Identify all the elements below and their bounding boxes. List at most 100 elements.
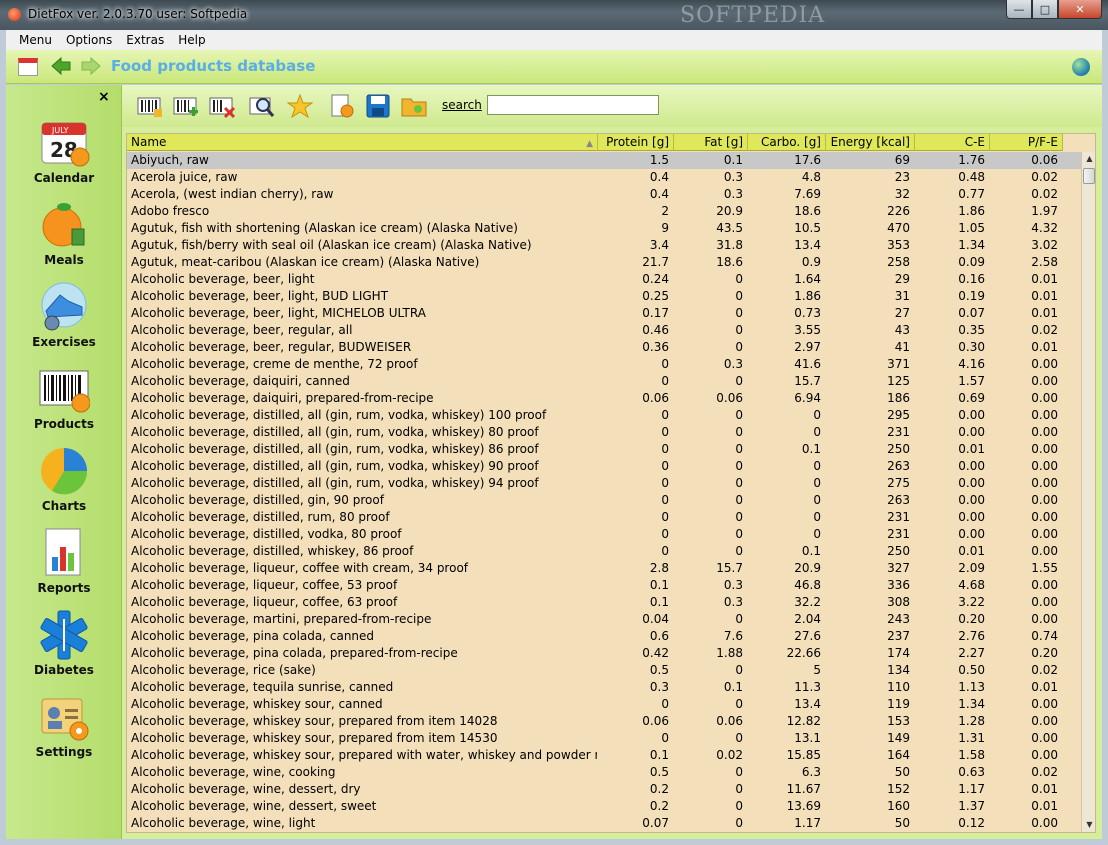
cell-name: Alcoholic beverage, pina colada, canned [131,629,375,643]
scroll-down-arrow-icon[interactable]: ▼ [1082,818,1095,832]
menu-options[interactable]: Options [59,33,119,47]
close-button[interactable]: ✕ [1058,0,1102,19]
table-row[interactable]: Alcoholic beverage, wine, cooking 0.5 0 6.3… [127,764,1081,781]
menu-help[interactable]: Help [171,33,212,47]
barcode-delete-icon[interactable] [208,93,236,119]
sidebar-item-settings[interactable]: Settings [6,691,122,771]
cell-protein: 0.2 [649,799,669,813]
scroll-up-arrow-icon[interactable]: ▲ [1082,152,1095,166]
title-bar: DietFox ver. 2.0.3.70 user: Softpedia SO… [0,0,1108,30]
column-header-ce[interactable]: C-E [915,134,990,151]
table-row[interactable]: Agutuk, fish with shortening (Alaskan ic… [127,220,1081,237]
forward-arrow-icon[interactable] [80,56,102,76]
cell-carbo: 22.66 [786,646,821,660]
medical-star-icon [40,610,88,660]
table-row[interactable]: Alcoholic beverage, whiskey sour, canned… [127,696,1081,713]
column-header-name[interactable]: Name ▲ [127,134,598,151]
table-row[interactable]: Alcoholic beverage, beer, light, MICHELO… [127,305,1081,322]
table-row[interactable]: Alcoholic beverage, daiquiri, prepared-f… [127,390,1081,407]
table-row[interactable]: Alcoholic beverage, distilled, gin, 90 p… [127,492,1081,509]
table-row[interactable]: Alcoholic beverage, daiquiri, canned 0 0 15… [127,373,1081,390]
sidebar-item-calendar[interactable]: JULY 28 Calendar [6,117,122,197]
cell-protein: 0.2 [649,782,669,796]
table-row[interactable]: Alcoholic beverage, distilled, whiskey, … [127,543,1081,560]
table-row[interactable]: Alcoholic beverage, pina colada, prepare… [127,645,1081,662]
table-row[interactable]: Alcoholic beverage, beer, light 0.24 0 1.64… [127,271,1081,288]
sidebar-item-exercises[interactable]: Exercises [6,281,122,361]
column-header-energy[interactable]: Energy [kcal] [826,134,915,151]
scroll-thumb[interactable] [1083,168,1095,184]
column-header-fat[interactable]: Fat [g] [674,134,748,151]
table-row[interactable]: Agutuk, meat-caribou (Alaskan ice cream)… [127,254,1081,271]
table-row[interactable]: Alcoholic beverage, wine, dessert, dry 0.… [127,781,1081,798]
table-row[interactable]: Alcoholic beverage, distilled, rum, 80 p… [127,509,1081,526]
table-row[interactable]: Alcoholic beverage, wine, dessert, sweet… [127,798,1081,815]
sidebar-item-products[interactable]: Products [6,363,122,443]
star-favorite-icon[interactable] [286,93,314,119]
vertical-scrollbar[interactable]: ▲ ▼ [1081,152,1095,832]
table-row[interactable]: Alcoholic beverage, tequila sunrise, can… [127,679,1081,696]
sidebar-item-reports[interactable]: Reports [6,527,122,607]
minimize-button[interactable]: — [1006,0,1032,19]
table-row[interactable]: Agutuk, fish/berry with seal oil (Alaska… [127,237,1081,254]
table-row[interactable]: Alcoholic beverage, whiskey sour, prepar… [127,713,1081,730]
cell-protein: 0.06 [642,714,669,728]
table-header: Name ▲ Protein [g] Fat [g] Carbo. [g] En… [127,134,1063,151]
back-arrow-icon[interactable] [50,56,72,76]
cell-protein: 0.3 [649,680,669,694]
table-row[interactable]: Alcoholic beverage, distilled, all (gin,… [127,475,1081,492]
menu-extras[interactable]: Extras [119,33,171,47]
sidebar-item-charts[interactable]: Charts [6,445,122,525]
products-table: Name ▲ Protein [g] Fat [g] Carbo. [g] En… [126,133,1096,833]
table-row[interactable]: Alcoholic beverage, whiskey sour, prepar… [127,747,1081,764]
column-header-pfe[interactable]: P/F-E [990,134,1063,151]
cell-carbo: 15.7 [794,374,821,388]
cell-energy: 29 [894,272,910,286]
table-row[interactable]: Alcoholic beverage, rice (sake) 0.5 0 5 134 0… [127,662,1081,679]
table-row[interactable]: Acerola, (west indian cherry), raw 0.4 0.3… [127,186,1081,203]
table-row[interactable]: Abiyuch, raw 1.5 0.1 17.6 69 1.76 0.06 [127,152,1081,169]
table-row[interactable]: Adobo fresco 2 20.9 18.6 226 1.86 1.97 [127,203,1081,220]
globe-icon[interactable] [1072,58,1090,76]
table-row[interactable]: Alcoholic beverage, wine, light 0.07 0 1.17… [127,815,1081,832]
table-row[interactable]: Alcoholic beverage, distilled, all (gin,… [127,424,1081,441]
table-row[interactable]: Alcoholic beverage, beer, regular, BUDWE… [127,339,1081,356]
cell-fat: 0 [735,272,743,286]
cell-fat: 0 [735,765,743,779]
sidebar-item-label: Meals [44,253,84,267]
menu-menu[interactable]: Menu [12,33,59,47]
document-icon[interactable] [328,93,356,119]
save-icon[interactable] [364,93,392,119]
barcode-add-icon[interactable] [172,93,200,119]
table-row[interactable]: Alcoholic beverage, creme de menthe, 72 … [127,356,1081,373]
table-row[interactable]: Alcoholic beverage, liqueur, coffee, 63 … [127,594,1081,611]
maximize-button[interactable]: □ [1032,0,1058,19]
table-row[interactable]: Alcoholic beverage, martini, prepared-fr… [127,611,1081,628]
cell-carbo: 10.5 [794,221,821,235]
cell-ce: 1.76 [958,153,985,167]
barcode-edit-icon[interactable] [136,93,164,119]
column-header-protein[interactable]: Protein [g] [598,134,674,151]
table-row[interactable]: Alcoholic beverage, distilled, all (gin,… [127,407,1081,424]
folder-icon[interactable] [400,93,428,119]
cell-fat: 0 [735,731,743,745]
table-row[interactable]: Alcoholic beverage, distilled, all (gin,… [127,441,1081,458]
search-input[interactable] [487,95,659,115]
barcode-search-icon[interactable] [248,93,276,119]
column-header-carbo[interactable]: Carbo. [g] [748,134,826,151]
table-row[interactable]: Alcoholic beverage, distilled, vodka, 80… [127,526,1081,543]
sidebar-close-icon[interactable]: × [98,89,110,105]
table-row[interactable]: Alcoholic beverage, beer, light, BUD LIG… [127,288,1081,305]
sidebar-item-meals[interactable]: Meals [6,199,122,279]
cell-ce: 2.09 [958,561,985,575]
table-row[interactable]: Alcoholic beverage, liqueur, coffee with… [127,560,1081,577]
table-row[interactable]: Alcoholic beverage, beer, regular, all 0.… [127,322,1081,339]
table-row[interactable]: Acerola juice, raw 0.4 0.3 4.8 23 0.48 0.02 [127,169,1081,186]
table-row[interactable]: Alcoholic beverage, whiskey sour, prepar… [127,730,1081,747]
cell-name: Agutuk, fish/berry with seal oil (Alaska… [131,238,532,252]
table-row[interactable]: Alcoholic beverage, liqueur, coffee, 53 … [127,577,1081,594]
table-row[interactable]: Alcoholic beverage, distilled, all (gin,… [127,458,1081,475]
sidebar-item-diabetes[interactable]: Diabetes [6,609,122,689]
table-row[interactable]: Alcoholic beverage, pina colada, canned 0… [127,628,1081,645]
calendar-small-icon[interactable] [18,58,38,76]
